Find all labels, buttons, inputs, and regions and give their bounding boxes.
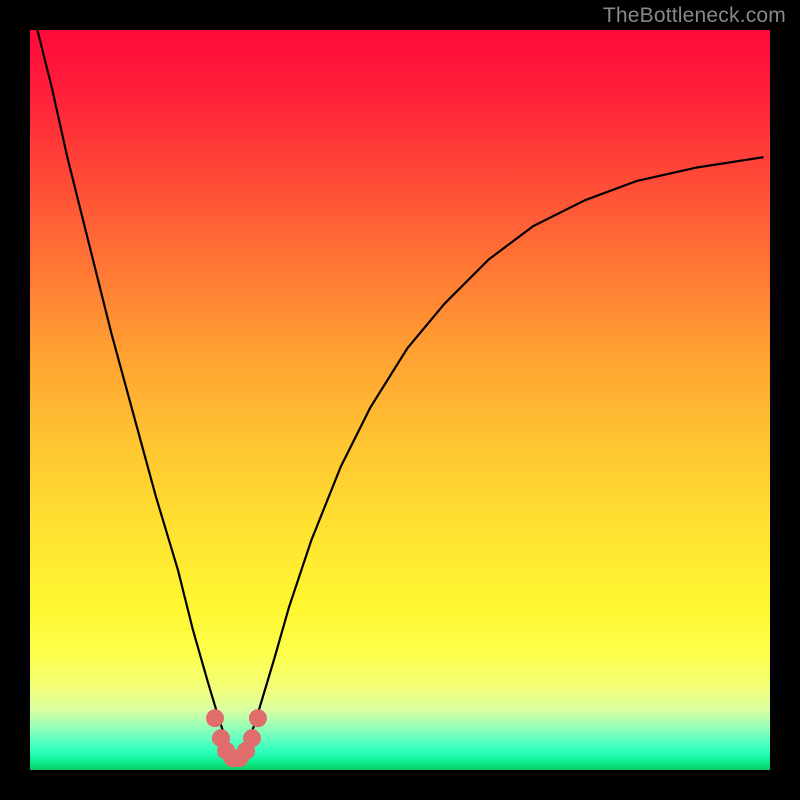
attribution-label: TheBottleneck.com xyxy=(603,4,786,28)
plot-area xyxy=(30,30,770,770)
optimum-dot xyxy=(249,709,267,727)
chart-frame: TheBottleneck.com xyxy=(0,0,800,800)
optimum-dot xyxy=(206,709,224,727)
optimum-dots xyxy=(206,709,267,767)
optimum-dot xyxy=(243,729,261,747)
curve-layer xyxy=(30,30,770,770)
bottleneck-curve xyxy=(37,30,762,758)
